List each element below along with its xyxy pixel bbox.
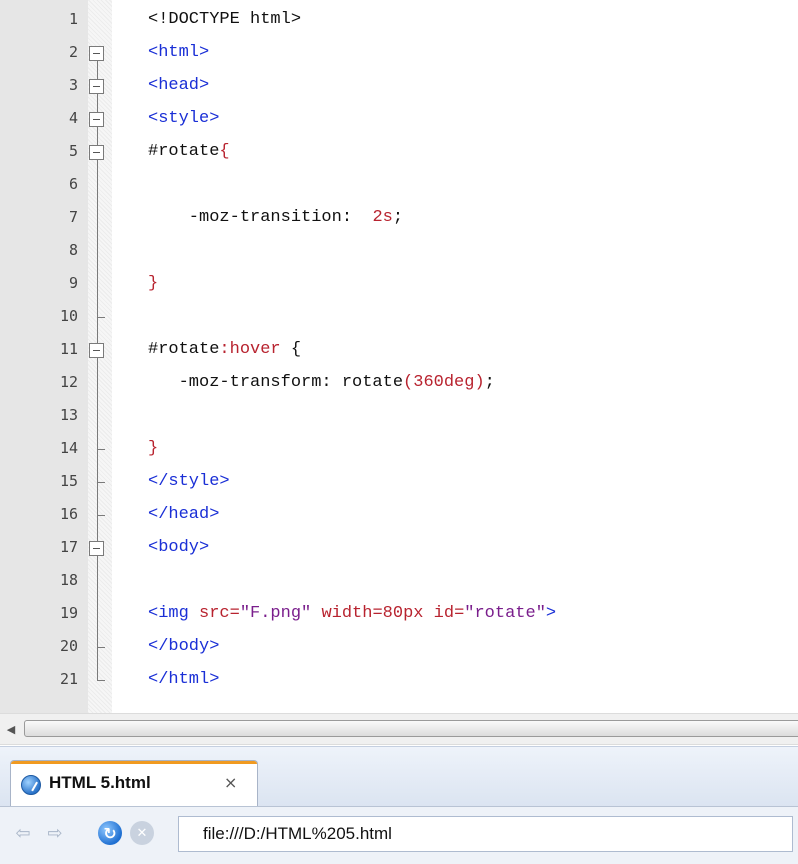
code-token: <head> [148,76,210,95]
code-token: <img [148,604,200,623]
code-token: "rotate" [464,604,546,623]
code-line[interactable]: } [148,267,158,300]
code-line[interactable]: -moz-transition: 2s; [148,201,403,234]
code-token: </body> [148,637,220,656]
line-number: 8 [68,241,78,259]
tab-bar: HTML 5.html × [0,746,798,807]
stop-icon[interactable]: ✕ [130,821,154,845]
scroll-left-arrow-icon[interactable]: ◀ [2,719,20,739]
forward-arrow-icon[interactable]: ⇨ [44,822,66,844]
collapse-fold-icon[interactable] [89,111,104,127]
code-token: > [545,604,557,623]
line-number: 16 [59,505,78,523]
collapse-fold-icon[interactable] [89,342,104,358]
fold-end-marker [97,514,105,516]
code-line[interactable]: #rotate{ [148,135,230,168]
code-editor[interactable]: 1 2 3 4 5 6 7 8 9 10 11 12 13 14 15 16 17 18 19 20 21 <!DOCT… [0,0,798,713]
code-line[interactable]: </body> [148,630,219,663]
code-token: </head> [148,505,220,524]
code-line[interactable]: <html> [148,36,209,69]
collapse-fold-icon[interactable] [89,144,104,160]
code-line[interactable]: <style> [148,102,219,135]
code-token: } [148,274,159,293]
collapse-fold-icon[interactable] [89,78,104,94]
line-number: 14 [59,439,78,457]
line-number: 13 [59,406,78,424]
fold-end-marker [97,448,105,450]
back-arrow-icon[interactable]: ⇦ [12,822,34,844]
navigation-bar: ⇦ ⇨ ↻ ✕ file:///D:/HTML%205.html [0,806,798,864]
code-line[interactable]: <!DOCTYPE html> [148,3,301,36]
code-token: -moz-transform: rotate [148,373,404,392]
fold-end-marker [97,646,105,648]
code-token: "F.png" [239,604,312,623]
code-line[interactable]: #rotate:hover { [148,333,301,366]
horizontal-scrollbar[interactable]: ◀ [0,713,798,745]
tab-close-icon[interactable]: × [224,773,237,792]
code-token: width=80px [311,604,434,623]
code-token: ; [484,373,495,392]
code-token: <style> [148,109,220,128]
scrollbar-thumb[interactable] [24,720,798,737]
code-line[interactable]: </head> [148,498,219,531]
line-number: 7 [68,208,78,226]
code-line[interactable]: <body> [148,531,209,564]
code-line[interactable]: </html> [148,663,219,696]
line-number: 12 [59,373,78,391]
code-token: (360deg) [403,373,485,392]
line-number: 2 [68,43,78,61]
line-number-gutter: 1 2 3 4 5 6 7 8 9 10 11 12 13 14 15 16 17 18 19 20 21 [0,0,88,713]
code-line[interactable]: <head> [148,69,209,102]
code-line[interactable]: -moz-transform: rotate(360deg); [148,366,495,399]
code-token: :hover [219,340,281,359]
line-number: 17 [59,538,78,556]
code-token: #rotate [148,142,220,161]
fold-end-marker [97,481,105,483]
line-number: 9 [68,274,78,292]
line-number: 3 [68,76,78,94]
code-token: </style> [148,472,230,491]
code-line[interactable]: } [148,432,158,465]
collapse-fold-icon[interactable] [89,540,104,556]
tab-active-indicator [11,761,257,764]
address-bar[interactable]: file:///D:/HTML%205.html [178,816,793,852]
line-number: 11 [59,340,78,358]
tab-title: HTML 5.html [49,773,151,792]
code-token: src= [199,604,240,623]
line-number: 4 [68,109,78,127]
browser-tab[interactable]: HTML 5.html × [10,760,258,807]
browser-chrome: HTML 5.html × ⇦ ⇨ ↻ ✕ file:///D:/HTML%20… [0,746,798,864]
line-number: 20 [59,637,78,655]
line-number: 5 [68,142,78,160]
code-token: </html> [148,670,220,689]
code-token: <!DOCTYPE html> [148,10,302,29]
code-line[interactable]: <img src="F.png" width=80px id="rotate"> [148,597,556,630]
address-bar-url[interactable]: file:///D:/HTML%205.html [203,824,392,844]
line-number: 6 [68,175,78,193]
code-token: <html> [148,43,210,62]
code-token: -moz-transition: [148,208,373,227]
code-line[interactable]: </style> [148,465,230,498]
code-token: { [219,142,230,161]
code-token: #rotate [148,340,220,359]
line-number: 1 [68,10,78,28]
code-token: id= [433,604,465,623]
code-token: { [280,340,302,359]
fold-end-marker [97,316,105,318]
line-number: 15 [59,472,78,490]
line-number: 10 [59,307,78,325]
line-number: 18 [59,571,78,589]
browser-favicon-icon [21,775,41,795]
code-token: 2s [372,208,393,227]
code-token: } [148,439,159,458]
line-number: 19 [59,604,78,622]
refresh-icon[interactable]: ↻ [98,821,122,845]
collapse-fold-icon[interactable] [89,45,104,61]
line-number: 21 [59,670,78,688]
fold-end-marker [97,679,105,681]
code-token: ; [392,208,404,227]
code-token: <body> [148,538,210,557]
